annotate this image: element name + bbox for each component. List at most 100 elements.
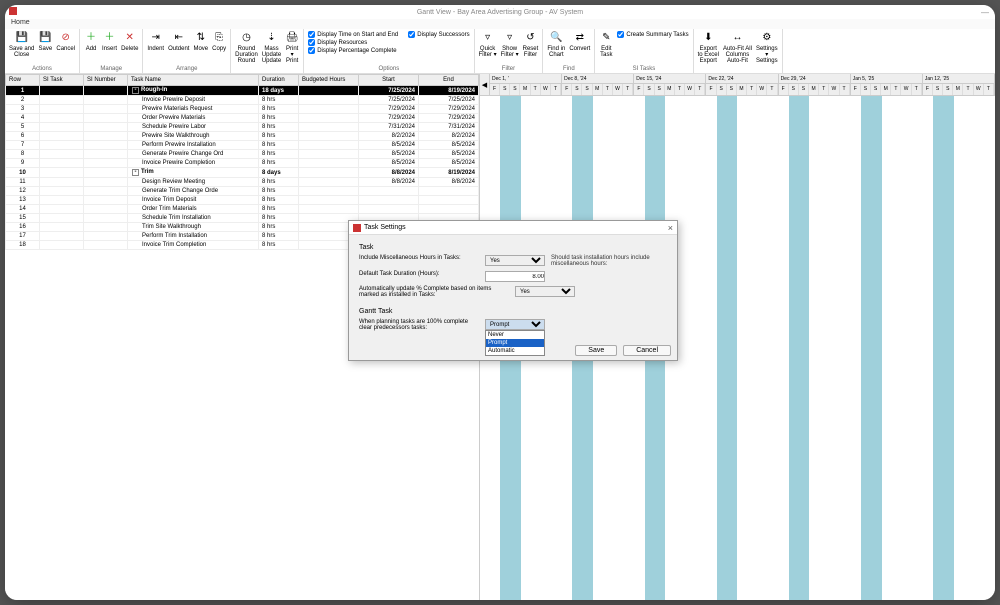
add-button[interactable]: ＋Add [84, 31, 98, 52]
print-icon: 🖨 [285, 31, 299, 45]
delete-icon: ✕ [123, 31, 137, 45]
outdent-icon: ⇤ [172, 31, 186, 45]
table-row[interactable]: 1-Rough-In18 days7/25/20248/19/2024 [6, 86, 479, 96]
default-duration-input[interactable] [485, 271, 545, 282]
save-close-icon: 💾 [15, 31, 29, 45]
print-button[interactable]: 🖨Print ▾ Print [285, 31, 299, 64]
mass-update-icon: ⇣ [265, 31, 279, 45]
planning-label: When planning tasks are 100% complete cl… [359, 319, 479, 331]
table-row[interactable]: 13Invoice Trim Deposit8 hrs [6, 196, 479, 205]
move-button[interactable]: ⇅Move [193, 31, 208, 52]
weekend-stripe [871, 96, 881, 600]
delete-button[interactable]: ✕Delete [121, 31, 138, 52]
create-summary-checkbox[interactable]: Create Summary Tasks [617, 31, 688, 38]
gear-icon: ⚙ [760, 31, 774, 45]
col-budgeted[interactable]: Budgeted Hours [299, 75, 359, 86]
autofit-button[interactable]: ↔Auto-Fit All Columns Auto-Fit [723, 31, 752, 64]
col-start[interactable]: Start [359, 75, 419, 86]
dropdown-option[interactable]: Automatic [486, 347, 544, 355]
manage-group-label: Manage [84, 66, 138, 72]
round-duration-button[interactable]: ◷Round Duration Round [235, 31, 258, 64]
display-successors-checkbox[interactable]: Display Successors [408, 31, 469, 38]
convert-button[interactable]: ⇄Convert [569, 31, 590, 52]
col-sinumber[interactable]: SI Number [84, 75, 128, 86]
dialog-cancel-button[interactable]: Cancel [623, 345, 671, 356]
insert-icon: ＋ [103, 31, 117, 45]
indent-icon: ⇥ [149, 31, 163, 45]
col-end[interactable]: End [419, 75, 479, 86]
weekend-stripe [933, 96, 943, 600]
gantt-week-column: Dec 22, '24FSSMTWT [706, 74, 778, 95]
show-filter-button[interactable]: ▿Show Filter ▾ [501, 31, 519, 58]
table-row[interactable]: 14Order Trim Materials8 hrs [6, 205, 479, 214]
table-row[interactable]: 4Order Prewire Materials8 hrs7/29/20247/… [6, 114, 479, 123]
table-row[interactable]: 2Invoice Prewire Deposit8 hrs7/25/20247/… [6, 96, 479, 105]
insert-button[interactable]: ＋Insert [102, 31, 117, 52]
dialog-save-button[interactable]: Save [575, 345, 617, 356]
search-icon: 🔍 [549, 31, 563, 45]
table-row[interactable]: 8Generate Prewire Change Ord8 hrs8/5/202… [6, 150, 479, 159]
table-row[interactable]: 3Prewire Materials Request8 hrs7/29/2024… [6, 105, 479, 114]
filter-icon: ▿ [481, 31, 495, 45]
dialog-close-button[interactable]: × [668, 223, 673, 233]
settings-button[interactable]: ⚙Settings ▾ Settings [756, 31, 778, 64]
auto-update-select[interactable]: Yes [515, 286, 575, 297]
planning-select[interactable]: Prompt [485, 319, 545, 330]
filter-group-label: Filter [479, 66, 539, 72]
actions-group-label: Actions [9, 66, 75, 72]
include-misc-note: Should task installation hours include m… [551, 255, 667, 267]
gantt-back-button[interactable]: ◀ [480, 74, 490, 95]
dropdown-option[interactable]: Never [486, 331, 544, 339]
indent-button[interactable]: ⇥Indent [147, 31, 164, 52]
window-controls[interactable]: — [981, 8, 989, 17]
table-row[interactable]: 10-Trim8 days8/8/20248/19/2024 [6, 168, 479, 178]
quick-filter-button[interactable]: ▿Quick Filter ▾ [479, 31, 497, 58]
weekend-stripe [861, 96, 871, 600]
arrange-group-label: Arrange [147, 66, 226, 72]
table-row[interactable]: 7Perform Prewire Installation8 hrs8/5/20… [6, 141, 479, 150]
task-section-label: Task [359, 244, 667, 251]
minimize-button[interactable]: — [981, 8, 989, 17]
window-title: Gantt View - Bay Area Advertising Group … [417, 9, 583, 16]
include-misc-select[interactable]: Yes [485, 255, 545, 266]
weekend-stripe [799, 96, 809, 600]
task-settings-dialog: Task Settings × Task Include Miscellaneo… [348, 220, 678, 361]
edit-task-button[interactable]: ✎Edit Task [599, 31, 613, 58]
find-in-chart-button[interactable]: 🔍Find in Chart [547, 31, 565, 58]
display-time-checkbox[interactable]: Display Time on Start and End [308, 31, 398, 38]
gantt-week-column: Dec 29, '24FSSMTWT [779, 74, 851, 95]
move-icon: ⇅ [194, 31, 208, 45]
save-button[interactable]: 💾Save [38, 31, 52, 52]
table-row[interactable]: 11Design Review Meeting8 hrs8/8/20248/8/… [6, 178, 479, 187]
round-icon: ◷ [239, 31, 253, 45]
copy-button[interactable]: ⎘Copy [212, 31, 226, 52]
gantt-week-column: Dec 1, 'FSSMTWT [490, 74, 562, 95]
tree-toggle-icon[interactable]: - [132, 87, 139, 94]
export-excel-button[interactable]: ⬇Export to Excel Export [698, 31, 719, 64]
table-row[interactable]: 9Invoice Prewire Completion8 hrs8/5/2024… [6, 159, 479, 168]
display-resources-checkbox[interactable]: Display Resources [308, 39, 398, 46]
col-sitask[interactable]: SI Task [40, 75, 84, 86]
autofit-icon: ↔ [730, 31, 744, 45]
reset-filter-button[interactable]: ↺Reset Filter [523, 31, 539, 58]
col-row[interactable]: Row [6, 75, 40, 86]
table-row[interactable]: 6Prewire Site Walkthrough8 hrs8/2/20248/… [6, 132, 479, 141]
cancel-button[interactable]: ⊘Cancel [56, 31, 75, 52]
save-close-button[interactable]: 💾Save and Close [9, 31, 34, 58]
dropdown-option[interactable]: Prompt [486, 339, 544, 347]
mass-update-button[interactable]: ⇣Mass Update Update [262, 31, 281, 64]
tree-toggle-icon[interactable]: - [132, 169, 139, 176]
col-taskname[interactable]: Task Name [128, 75, 259, 86]
col-duration[interactable]: Duration [259, 75, 299, 86]
table-row[interactable]: 12Generate Trim Change Orde8 hrs [6, 187, 479, 196]
copy-icon: ⎘ [212, 31, 226, 45]
display-pct-checkbox[interactable]: Display Percentage Complete [308, 47, 398, 54]
app-icon [9, 7, 17, 15]
home-tab[interactable]: Home [5, 19, 995, 29]
show-filter-icon: ▿ [503, 31, 517, 45]
weekend-stripe [717, 96, 727, 600]
outdent-button[interactable]: ⇤Outdent [168, 31, 189, 52]
table-row[interactable]: 5Schedule Prewire Labor8 hrs7/31/20247/3… [6, 123, 479, 132]
reset-icon: ↺ [523, 31, 537, 45]
weekend-stripe [789, 96, 799, 600]
